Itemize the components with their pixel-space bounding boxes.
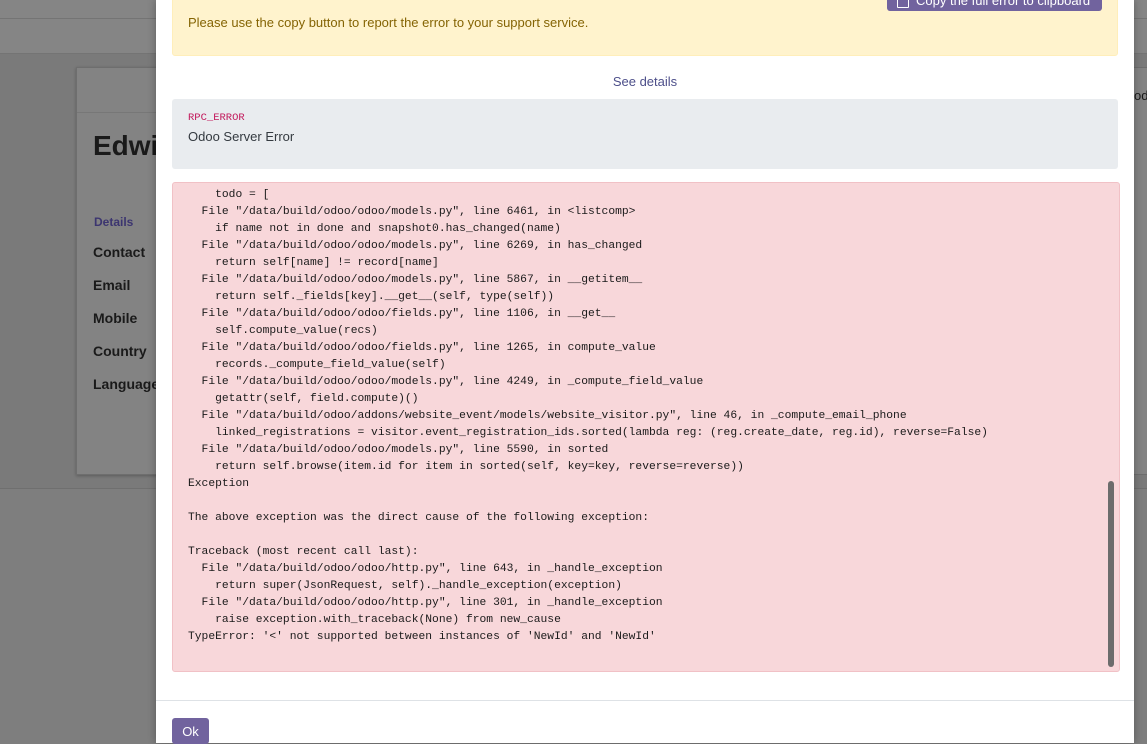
error-message: Odoo Server Error bbox=[188, 129, 295, 144]
side-panel bbox=[1134, 67, 1147, 475]
field-label-email: Email bbox=[93, 277, 131, 293]
field-label-contact: Contact bbox=[93, 244, 146, 260]
copy-error-label: Copy the full error to clipboard bbox=[916, 0, 1091, 8]
traceback-panel[interactable]: File "/data/build/odoo/odoo/models.py", … bbox=[172, 182, 1120, 672]
error-alert: Please use the copy button to report the… bbox=[172, 0, 1118, 56]
field-label-mobile: Mobile bbox=[93, 310, 138, 326]
see-details-link[interactable]: See details bbox=[156, 74, 1134, 89]
traceback-scrollbar[interactable] bbox=[1108, 481, 1114, 667]
error-dialog: Please use the copy button to report the… bbox=[156, 0, 1134, 744]
copy-error-button[interactable]: Copy the full error to clipboard bbox=[887, 0, 1102, 11]
ok-button[interactable]: Ok bbox=[172, 718, 209, 744]
clipboard-icon bbox=[897, 0, 909, 8]
field-label-country: Country bbox=[93, 343, 147, 359]
tab-details: Details bbox=[94, 215, 134, 229]
dialog-footer-divider bbox=[156, 700, 1134, 701]
traceback-text: File "/data/build/odoo/odoo/models.py", … bbox=[188, 183, 988, 643]
field-label-language: Language bbox=[93, 376, 160, 392]
error-code: RPC_ERROR bbox=[188, 112, 245, 124]
alert-message: Please use the copy button to report the… bbox=[188, 15, 589, 30]
error-header: RPC_ERROR Odoo Server Error bbox=[172, 99, 1118, 169]
side-panel-text: od bbox=[1134, 88, 1147, 103]
